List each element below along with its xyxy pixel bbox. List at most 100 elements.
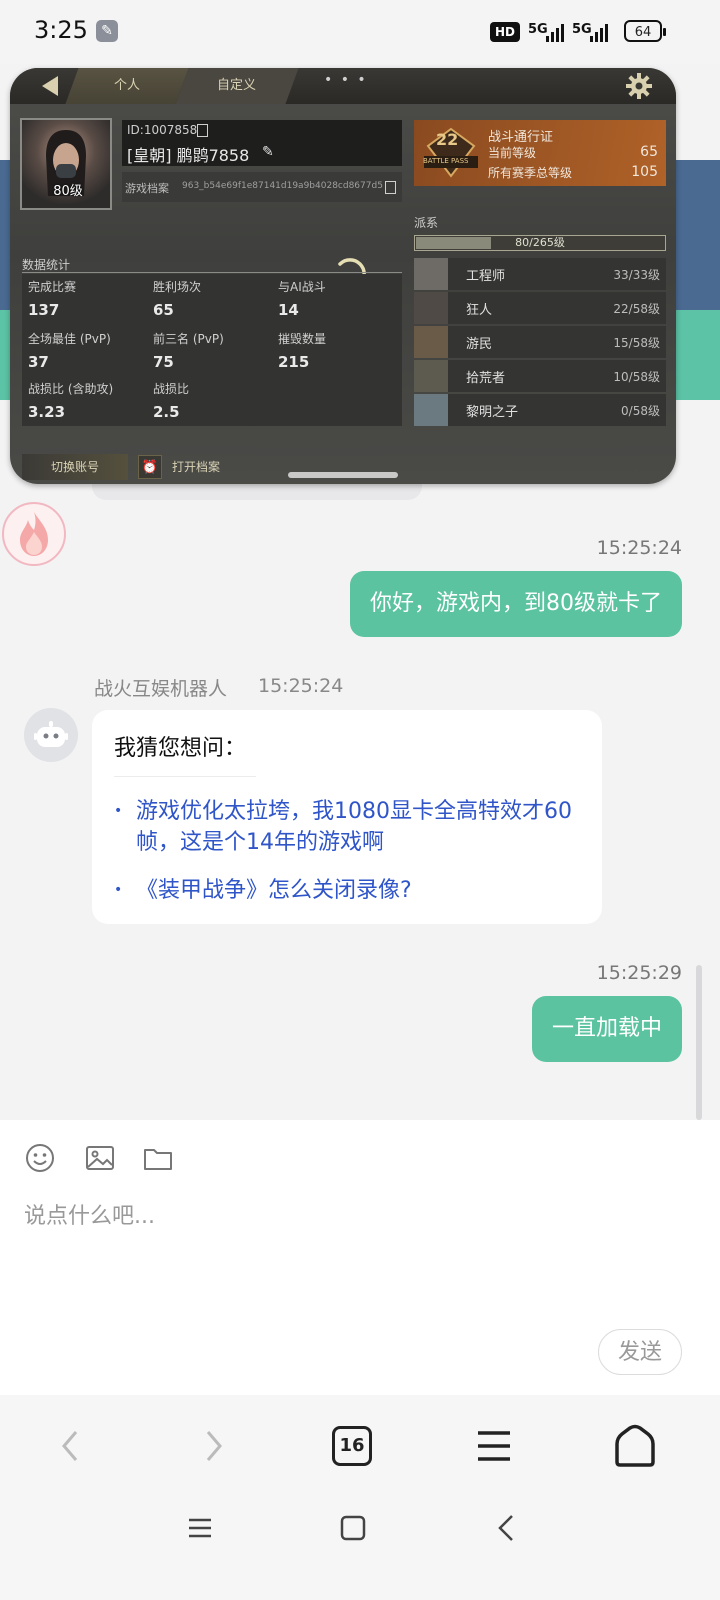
- stat-cell: 完成比赛 137: [28, 278, 153, 319]
- battle-pass-card[interactable]: 22 BATTLE PASS 战斗通行证 当前等级 65 所有赛季总等级 105: [414, 120, 666, 186]
- tab-personal[interactable]: 个人: [65, 68, 189, 104]
- bot-message-card: 我猜您想问： • 游戏优化太拉垮，我1080显卡全高特效才60帧，这是个14年的游…: [92, 710, 602, 924]
- window-drag-handle[interactable]: [288, 472, 398, 478]
- emoji-icon[interactable]: [24, 1142, 56, 1174]
- total-level-label: 所有赛季总等级: [488, 166, 573, 180]
- faction-name: 狂人: [466, 303, 493, 318]
- total-level-value: 105: [631, 164, 658, 180]
- faction-level: 15/58级: [613, 336, 660, 350]
- send-button[interactable]: 发送: [598, 1329, 682, 1375]
- faction-name: 拾荒者: [466, 371, 506, 386]
- message-time: 15:25:29: [596, 962, 682, 984]
- stat-cell: 战损比 (含助攻) 3.23: [28, 380, 153, 421]
- edit-icon[interactable]: ✎: [262, 144, 274, 160]
- status-bar: 3:25 ✎ HD 5G 5G 64: [0, 0, 720, 64]
- archive-icon: ⏰: [138, 455, 162, 479]
- tab-label: 个人: [113, 78, 140, 93]
- faction-portrait: [414, 326, 448, 358]
- faction-row[interactable]: 游民 15/58级: [414, 326, 666, 358]
- archive-box: 游戏档案 963_b54e69f1e87141d19a9b4028cd8677d…: [122, 172, 402, 202]
- folder-icon[interactable]: [142, 1142, 174, 1174]
- stat-cell: 前三名 (PvP) 75: [153, 330, 278, 371]
- suggestion-item[interactable]: • 《装甲战争》怎么关闭录像?: [114, 875, 584, 906]
- network-5g-2: 5G: [572, 22, 592, 37]
- menu-icon[interactable]: [474, 1428, 514, 1464]
- wrench-icon: ✎: [96, 20, 118, 42]
- faction-level: 10/58级: [613, 370, 660, 384]
- faction-name: 工程师: [466, 269, 506, 284]
- faction-name: 黎明之子: [466, 405, 519, 420]
- tab-label: 自定义: [217, 78, 257, 93]
- faction-row[interactable]: 拾荒者 10/58级: [414, 360, 666, 392]
- player-name: [皇朝] 鹏鹍7858: [127, 146, 250, 165]
- current-level-label: 当前等级: [488, 146, 537, 160]
- faction-level: 0/58级: [621, 404, 660, 418]
- back-arrow-icon[interactable]: [38, 74, 62, 98]
- image-icon[interactable]: [84, 1142, 116, 1174]
- stats-grid: 完成比赛 137 胜利场次 65 与AI战斗 14 全场最佳 (PvP) 37 前三名 …: [22, 274, 402, 426]
- open-archive-button[interactable]: ⏰ 打开档案: [138, 454, 258, 480]
- stat-value: 65: [153, 301, 174, 319]
- factions-progress-text: 80/265级: [515, 236, 565, 249]
- faction-row[interactable]: 工程师 33/33级: [414, 258, 666, 290]
- factions-title: 派系: [414, 216, 439, 230]
- stat-value: 137: [28, 301, 60, 319]
- tab-custom[interactable]: 自定义: [175, 68, 299, 104]
- back-nav-icon[interactable]: [494, 1512, 518, 1544]
- suggestion-text[interactable]: 游戏优化太拉垮，我1080显卡全高特效才60帧，这是个14年的游戏啊: [136, 796, 584, 858]
- copy-icon[interactable]: [197, 124, 208, 137]
- player-portrait[interactable]: 80级: [20, 118, 112, 210]
- player-level: 80级: [53, 184, 83, 199]
- stat-cell: 与AI战斗 14: [278, 278, 403, 319]
- archive-value: 963_b54e69f1e87141d19a9b4028cd8677d5: [182, 181, 383, 191]
- robot-avatar-icon: [24, 708, 78, 762]
- stat-cell: 摧毁数量 215: [278, 330, 403, 371]
- gear-icon[interactable]: [626, 73, 652, 99]
- faction-level: 33/33级: [613, 268, 660, 282]
- signal-icon-1: [546, 20, 564, 42]
- user-message-bubble[interactable]: 你好，游戏内，到80级就卡了: [350, 571, 682, 637]
- factions-progress-bar: 80/265级: [414, 235, 666, 251]
- stat-value: 3.23: [28, 403, 66, 421]
- divider: [22, 272, 402, 273]
- message-input[interactable]: 说点什么吧...: [24, 1198, 155, 1230]
- stat-label: 胜利场次: [153, 280, 202, 294]
- player-id: ID:1007858: [127, 123, 198, 137]
- stat-label: 与AI战斗: [278, 280, 326, 294]
- faction-name: 游民: [466, 337, 493, 352]
- forward-icon[interactable]: [198, 1428, 228, 1464]
- divider: [114, 776, 256, 777]
- game-floating-window[interactable]: 个人 自定义 • • • 80级 ID:1007858 [皇朝] 鹏鹍7858 …: [10, 68, 676, 484]
- more-options[interactable]: • • •: [324, 72, 368, 88]
- stats-title: 数据统计: [22, 258, 71, 272]
- bot-message-time: 15:25:24: [258, 675, 344, 697]
- switch-account-button[interactable]: 切换账号: [22, 454, 128, 480]
- stat-value: 37: [28, 353, 49, 371]
- player-id-box: ID:1007858 [皇朝] 鹏鹍7858 ✎: [122, 120, 402, 166]
- home-icon[interactable]: [612, 1424, 658, 1468]
- tabs-count-button[interactable]: 16: [332, 1426, 372, 1466]
- suggestion-item[interactable]: • 游戏优化太拉垮，我1080显卡全高特效才60帧，这是个14年的游戏啊: [114, 796, 584, 858]
- stat-value: 215: [278, 353, 310, 371]
- bot-name: 战火互娱机器人: [94, 678, 228, 700]
- stat-label: 全场最佳 (PvP): [28, 332, 111, 346]
- faction-level: 22/58级: [613, 302, 660, 316]
- signal-icon-2: [590, 20, 608, 42]
- battle-pass-badge-number: 22: [436, 130, 459, 149]
- scrollbar[interactable]: [696, 965, 702, 1120]
- battle-pass-badge-text: BATTLE PASS: [423, 157, 469, 165]
- back-icon[interactable]: [56, 1428, 86, 1464]
- archive-label: 游戏档案: [125, 182, 169, 195]
- copy-icon[interactable]: [385, 181, 396, 194]
- recent-apps-icon[interactable]: [186, 1514, 214, 1542]
- home-nav-icon[interactable]: [340, 1514, 366, 1542]
- faction-row[interactable]: 狂人 22/58级: [414, 292, 666, 324]
- battle-pass-title: 战斗通行证: [488, 130, 554, 145]
- user-message-bubble[interactable]: 一直加载中: [531, 996, 682, 1062]
- faction-portrait: [414, 360, 448, 392]
- suggestion-text[interactable]: 《装甲战争》怎么关闭录像?: [136, 875, 412, 906]
- fire-avatar-icon: [2, 502, 66, 566]
- battery-icon: 64: [624, 20, 666, 42]
- faction-row[interactable]: 黎明之子 0/58级: [414, 394, 666, 426]
- stat-cell: 战损比 2.5: [153, 380, 278, 421]
